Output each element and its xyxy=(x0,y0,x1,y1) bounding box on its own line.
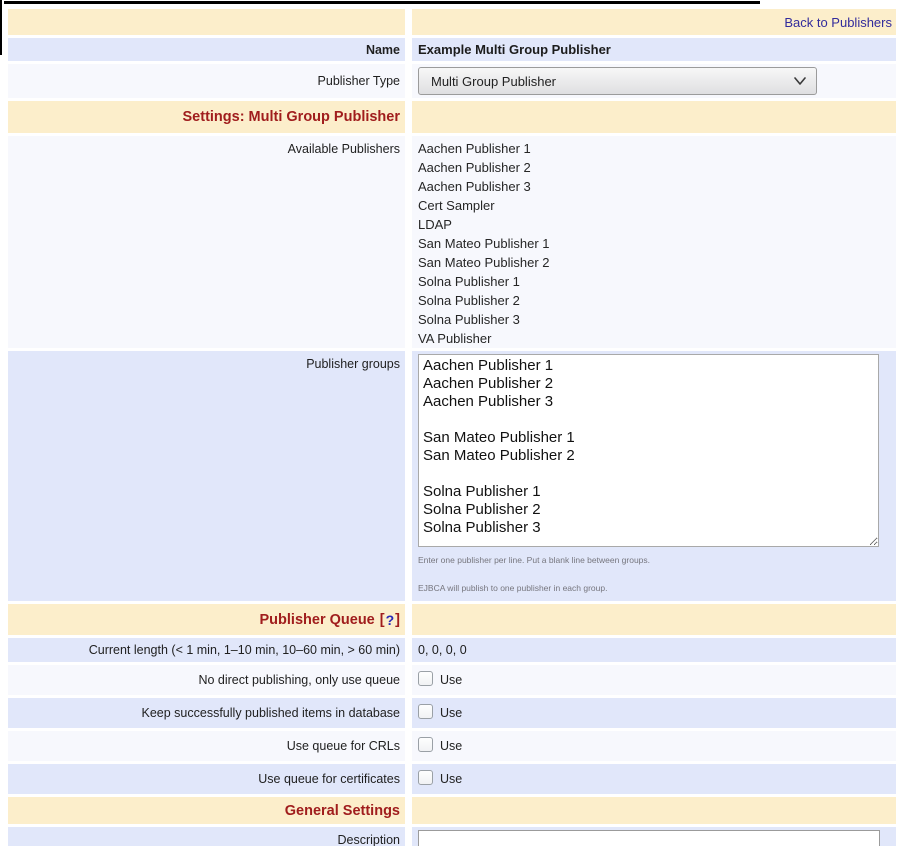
available-publisher-item: Solna Publisher 1 xyxy=(418,272,550,291)
no-direct-publishing-label: No direct publishing, only use queue xyxy=(8,665,405,695)
top-bar-spacer xyxy=(8,9,405,35)
publisher-queue-header-spacer xyxy=(412,604,896,635)
use-checkbox-label: Use xyxy=(440,706,462,720)
help-bracket-open: [ xyxy=(380,612,385,628)
groups-help-text-1: Enter one publisher per line. Put a blan… xyxy=(418,555,650,565)
publisher-queue-header-row: Publisher Queue [?] xyxy=(8,604,896,635)
keep-published-items-label: Keep successfully published items in dat… xyxy=(8,698,405,728)
use-queue-for-crls-label: Use queue for CRLs xyxy=(8,731,405,761)
description-input[interactable] xyxy=(418,830,880,846)
use-queue-for-crls-checkbox[interactable] xyxy=(418,737,433,752)
keep-published-items-checkbox[interactable] xyxy=(418,704,433,719)
available-publisher-item: VA Publisher xyxy=(418,329,550,348)
publisher-groups-label: Publisher groups xyxy=(8,351,405,601)
no-direct-publishing-row: No direct publishing, only use queue Use xyxy=(8,665,896,695)
screenshot-border-artifact-top xyxy=(4,1,760,4)
no-direct-publishing-checkbox[interactable] xyxy=(418,671,433,686)
publisher-groups-textarea[interactable] xyxy=(418,354,879,547)
available-publishers-row: Available Publishers Aachen Publisher 1A… xyxy=(8,136,896,348)
available-publisher-item: San Mateo Publisher 1 xyxy=(418,234,550,253)
description-label: Description xyxy=(8,827,405,846)
publisher-edit-form: Back to Publishers Name Example Multi Gr… xyxy=(8,9,896,846)
use-queue-for-certificates-label: Use queue for certificates xyxy=(8,764,405,794)
name-row: Name Example Multi Group Publisher xyxy=(8,38,896,61)
available-publishers-label: Available Publishers xyxy=(8,136,405,348)
available-publisher-item: LDAP xyxy=(418,215,550,234)
publisher-type-row: Publisher Type Multi Group Publisher xyxy=(8,64,896,98)
publisher-type-select[interactable]: Multi Group Publisher xyxy=(418,67,817,95)
name-label: Name xyxy=(8,38,405,61)
available-publishers-list: Aachen Publisher 1Aachen Publisher 2Aach… xyxy=(418,136,550,348)
use-checkbox-label: Use xyxy=(440,673,462,687)
use-queue-for-certificates-row: Use queue for certificates Use xyxy=(8,764,896,794)
available-publisher-item: Solna Publisher 3 xyxy=(418,310,550,329)
current-length-row: Current length (< 1 min, 1–10 min, 10–60… xyxy=(8,638,896,662)
use-queue-for-crls-row: Use queue for CRLs Use xyxy=(8,731,896,761)
use-queue-for-certificates-checkbox[interactable] xyxy=(418,770,433,785)
available-publisher-item: Solna Publisher 2 xyxy=(418,291,550,310)
back-to-publishers-link[interactable]: Back to Publishers xyxy=(784,15,892,30)
available-publisher-item: San Mateo Publisher 2 xyxy=(418,253,550,272)
use-checkbox-label: Use xyxy=(440,772,462,786)
publisher-queue-help-link[interactable]: ? xyxy=(386,612,395,628)
current-length-value: 0, 0, 0, 0 xyxy=(412,638,896,662)
general-settings-header-spacer xyxy=(412,797,896,824)
settings-section-header-spacer xyxy=(412,101,896,133)
available-publisher-item: Aachen Publisher 2 xyxy=(418,158,550,177)
keep-published-items-row: Keep successfully published items in dat… xyxy=(8,698,896,728)
current-length-label: Current length (< 1 min, 1–10 min, 10–60… xyxy=(8,638,405,662)
screenshot-border-artifact-left xyxy=(0,0,2,55)
publisher-groups-row: Publisher groups Enter one publisher per… xyxy=(8,351,896,601)
available-publisher-item: Aachen Publisher 3 xyxy=(418,177,550,196)
name-value: Example Multi Group Publisher xyxy=(412,38,896,61)
available-publisher-item: Aachen Publisher 1 xyxy=(418,139,550,158)
publisher-queue-title: Publisher Queue xyxy=(260,612,375,628)
top-bar: Back to Publishers xyxy=(8,9,896,35)
settings-section-title: Settings: Multi Group Publisher xyxy=(8,109,400,125)
help-bracket-close: ] xyxy=(395,612,400,628)
use-checkbox-label: Use xyxy=(440,739,462,753)
publisher-type-select-wrap: Multi Group Publisher xyxy=(418,67,817,95)
available-publisher-item: Cert Sampler xyxy=(418,196,550,215)
general-settings-title: General Settings xyxy=(8,803,400,819)
groups-help-text-2: EJBCA will publish to one publisher in e… xyxy=(418,583,607,593)
publisher-type-label: Publisher Type xyxy=(8,64,405,98)
description-row: Description xyxy=(8,827,896,846)
settings-section-header-row: Settings: Multi Group Publisher xyxy=(8,101,896,133)
general-settings-header-row: General Settings xyxy=(8,797,896,824)
